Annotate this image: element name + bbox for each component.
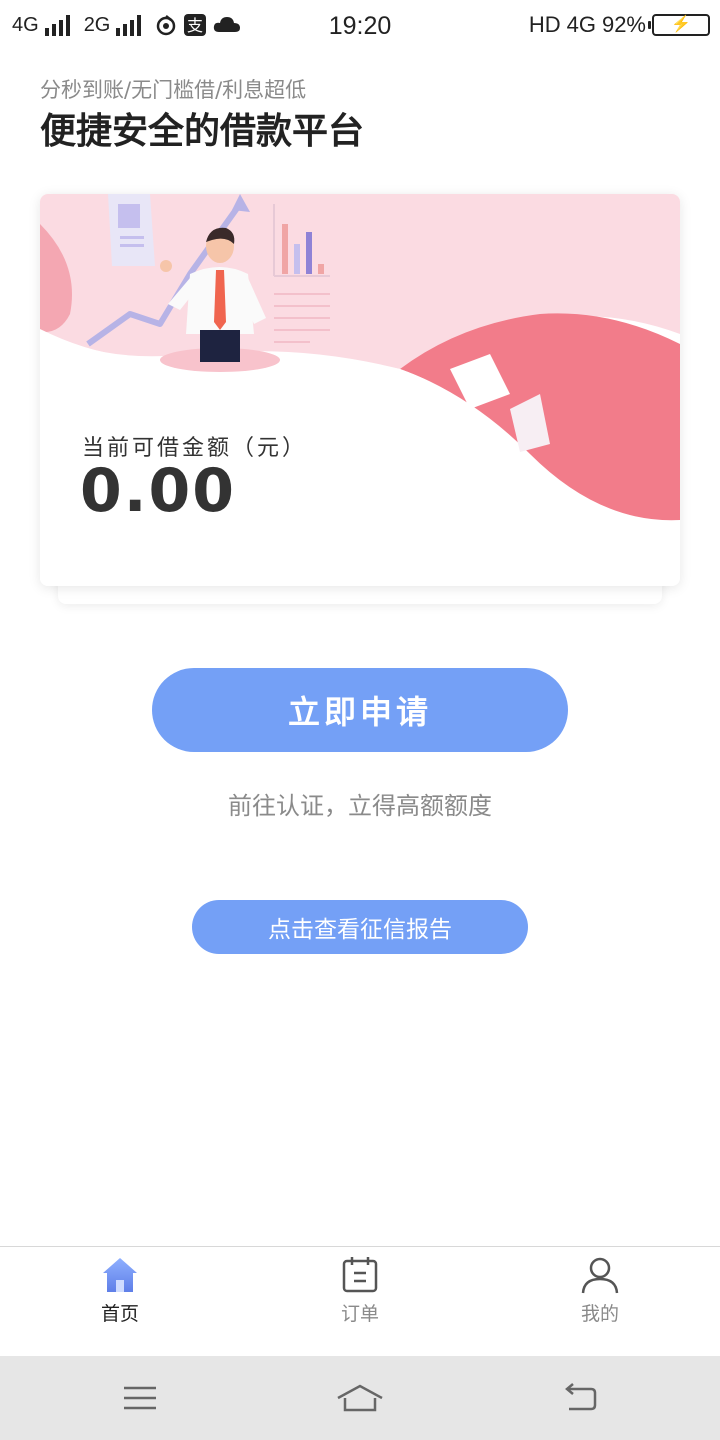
banner-illustration: [40, 194, 680, 586]
status-bar: 4G 2G 支 19:20 HD 4G 92% ⚡: [0, 0, 720, 52]
home-icon: [103, 1258, 137, 1292]
verification-hint: 前往认证，立得高额额度: [228, 792, 492, 820]
tab-profile[interactable]: 我的: [540, 1255, 660, 1339]
header-subtitle: 分秒到账/无门槛借/利息超低: [40, 78, 307, 102]
network-label: 4G: [566, 12, 596, 37]
order-icon: [342, 1257, 378, 1293]
system-home-button[interactable]: [330, 1376, 390, 1420]
app-screen: 4G 2G 支 19:20 HD 4G 92% ⚡ 分秒到账/无门槛借/利息超低…: [0, 0, 720, 1440]
status-right: HD 4G 92% ⚡: [529, 12, 710, 38]
loan-card: 当前可借金额（元） 0.00: [40, 194, 680, 586]
hd-label: HD: [528, 12, 561, 37]
available-amount-value: 0.00: [80, 456, 237, 526]
bottom-tab-bar: 首页 订单 我的: [0, 1246, 720, 1356]
battery-percent: 92%: [601, 12, 646, 37]
system-nav-bar: [0, 1356, 720, 1440]
tab-orders[interactable]: 订单: [300, 1255, 420, 1339]
tab-label: 订单: [340, 1303, 379, 1325]
credit-report-button[interactable]: 点击查看征信报告: [192, 900, 528, 954]
tab-label: 首页: [100, 1303, 139, 1325]
apply-now-button[interactable]: 立即申请: [152, 668, 568, 752]
page-title: 便捷安全的借款平台: [40, 111, 365, 152]
user-icon: [581, 1257, 619, 1294]
tab-home[interactable]: 首页: [60, 1255, 180, 1339]
back-icon: [565, 1383, 597, 1411]
menu-icon: [124, 1386, 156, 1410]
battery-icon: ⚡: [648, 14, 710, 36]
home-icon: [337, 1384, 383, 1412]
system-back-button[interactable]: [550, 1376, 610, 1420]
system-menu-button[interactable]: [110, 1376, 170, 1420]
tab-label: 我的: [580, 1303, 619, 1325]
